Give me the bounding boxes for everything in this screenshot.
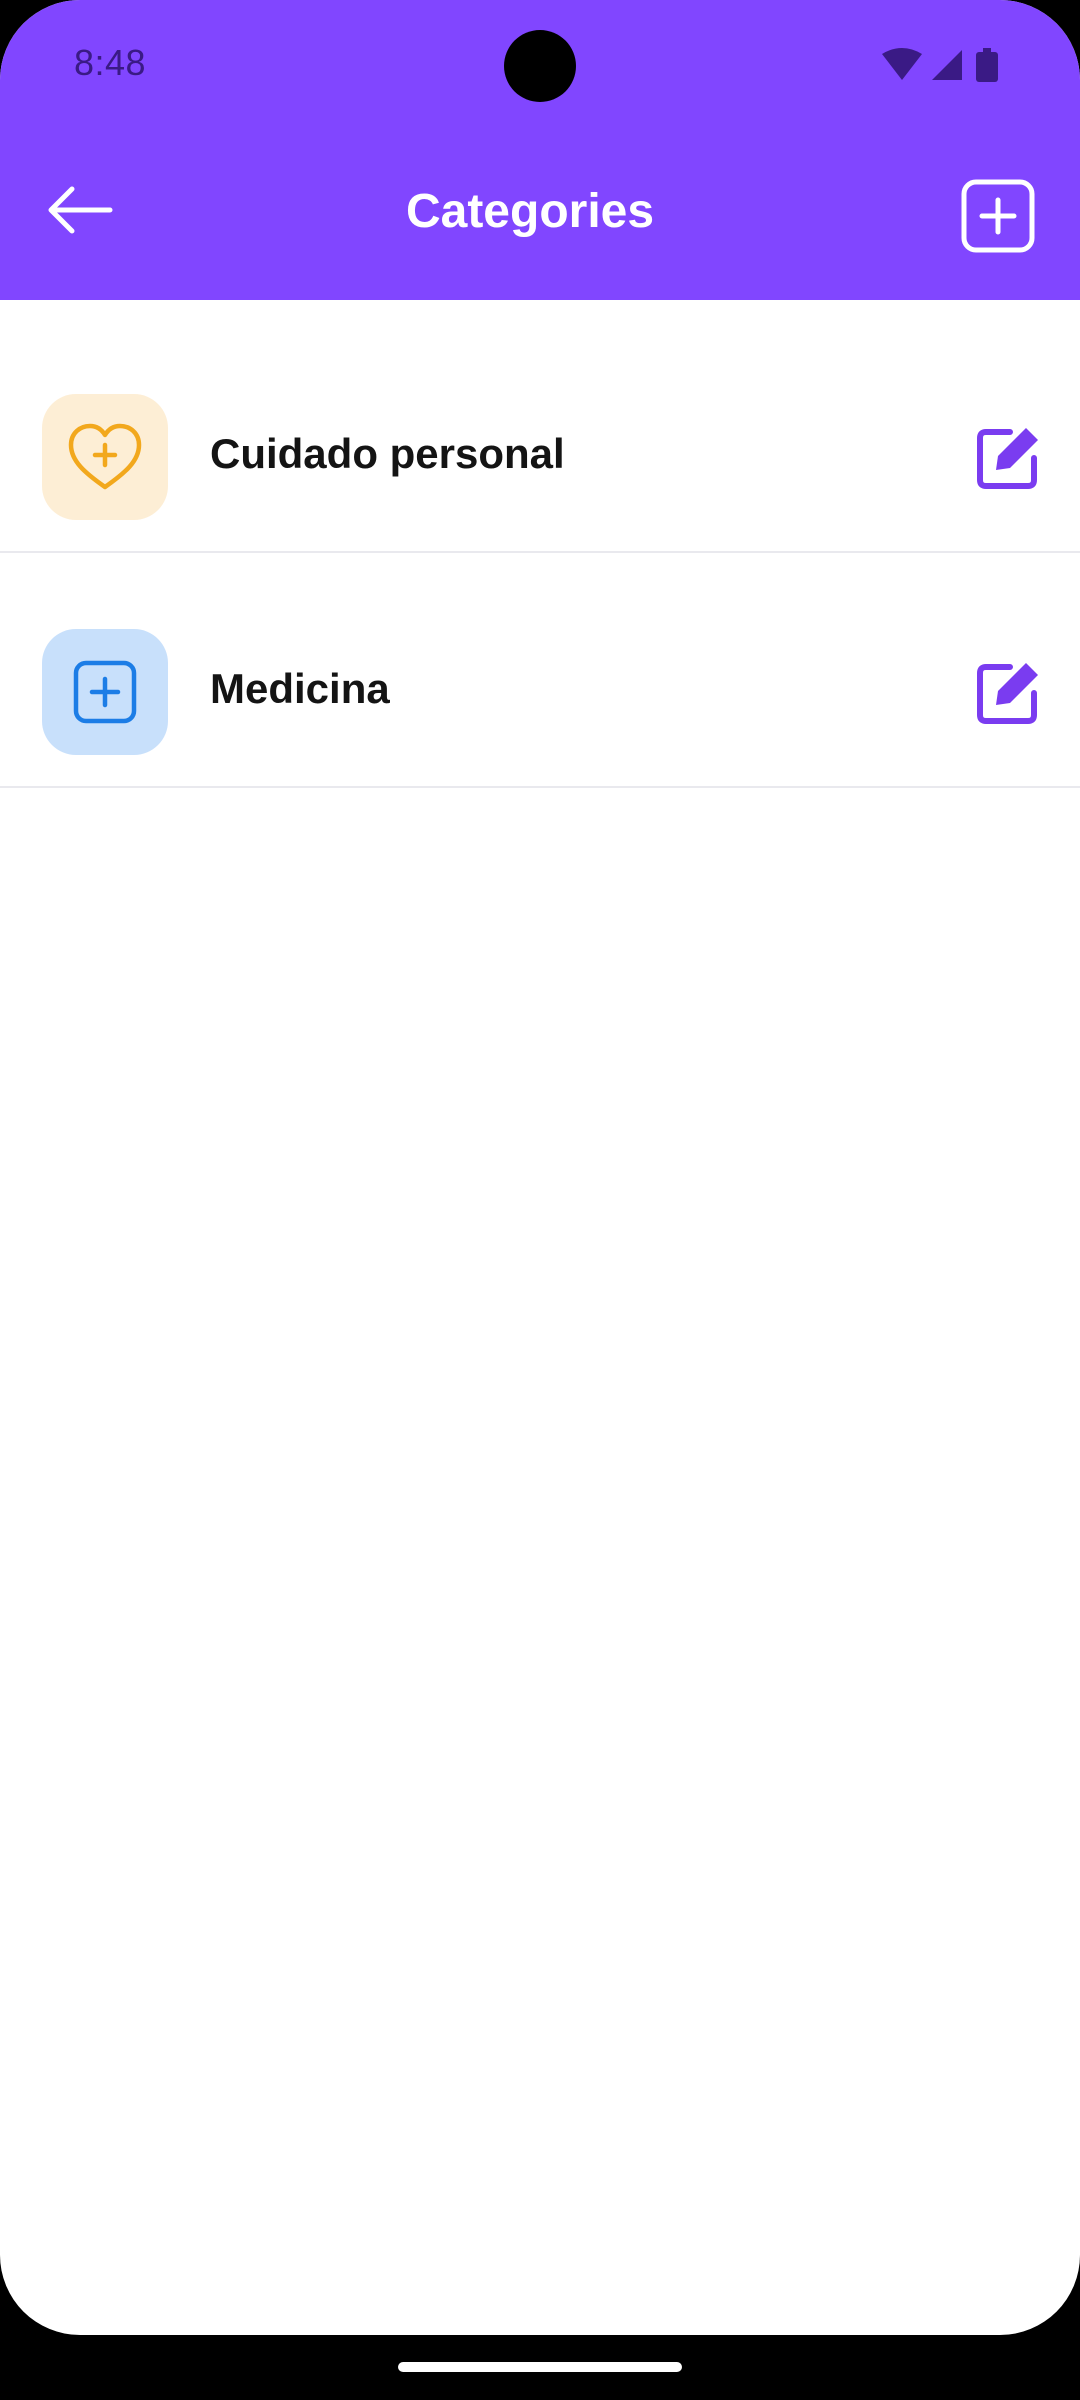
add-square-icon: [961, 179, 1035, 253]
status-icons: [882, 48, 998, 82]
signal-icon: [932, 50, 962, 80]
page-title: Categories: [405, 185, 655, 238]
list-item[interactable]: Medicina: [0, 553, 1080, 788]
plus-square-icon: [73, 660, 137, 724]
heart-plus-icon: [68, 423, 142, 490]
camera-cutout: [504, 30, 576, 102]
category-icon: [42, 629, 168, 755]
category-list: Cuidado personal Medicina: [0, 318, 1080, 788]
status-time: 8:48: [74, 42, 147, 83]
category-label: Cuidado personal: [210, 430, 565, 477]
top-app-bar: 8:48 Categories: [0, 0, 1080, 300]
category-label: Medicina: [210, 665, 390, 712]
edit-icon: [977, 428, 1038, 489]
wifi-icon: [882, 48, 922, 80]
edit-icon: [977, 663, 1038, 724]
list-item[interactable]: Cuidado personal: [0, 318, 1080, 553]
battery-icon: [976, 48, 998, 82]
edit-button[interactable]: [974, 424, 1042, 492]
edit-button[interactable]: [974, 659, 1042, 727]
add-category-button[interactable]: [958, 176, 1040, 258]
category-icon: [42, 394, 168, 520]
app-screen: 8:48 Categories Cuidado personal Medicin…: [0, 0, 1080, 2335]
home-indicator[interactable]: [398, 2362, 682, 2372]
